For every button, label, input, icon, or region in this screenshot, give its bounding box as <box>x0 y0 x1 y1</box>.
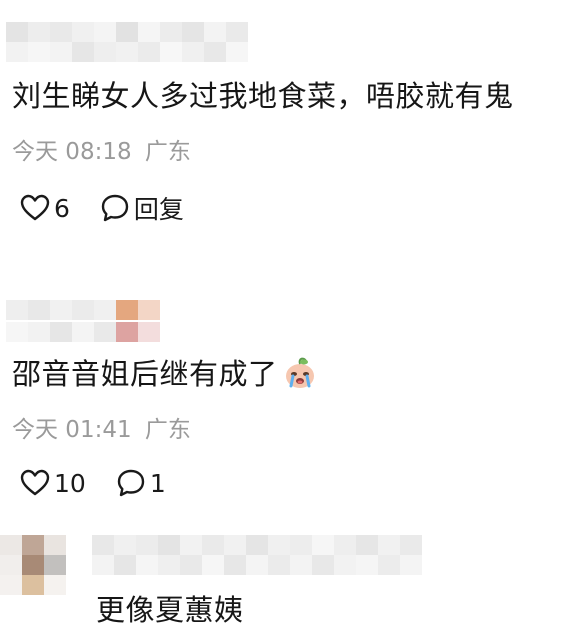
like-count: 10 <box>54 468 86 498</box>
comment-location: 广东 <box>144 139 191 165</box>
reply-count: 1 <box>149 468 166 498</box>
username-blurred[interactable] <box>92 535 422 575</box>
comment-location: 广东 <box>144 417 191 443</box>
reply-label: 回复 <box>133 195 184 224</box>
reply-button[interactable]: 1 <box>116 468 166 498</box>
avatar-blurred[interactable] <box>0 535 66 595</box>
speech-bubble-outline-icon <box>116 468 146 498</box>
comment-actions: 10 1 <box>20 468 166 498</box>
username-blurred[interactable] <box>6 300 160 344</box>
crying-face-emoji <box>282 354 318 398</box>
comment-time: 今天 01:41 <box>12 417 132 443</box>
comment-3: 更像夏蕙姨 <box>0 530 574 638</box>
comment-1: 刘生睇女人多过我地食菜，唔胶就有鬼 今天 08:18 广东 6 回复 <box>0 0 574 250</box>
heart-outline-icon <box>20 469 50 497</box>
comment-text: 邵音音姐后继有成了 <box>12 354 318 398</box>
reply-button[interactable]: 回复 <box>100 190 184 226</box>
comment-2: 邵音音姐后继有成了 今天 01:41 广东 10 1 <box>0 290 574 520</box>
like-button[interactable]: 6 <box>20 194 70 223</box>
comment-time: 今天 08:18 <box>12 139 132 165</box>
comment-text-body: 邵音音姐后继有成了 <box>12 357 278 391</box>
like-count: 6 <box>54 193 70 223</box>
comment-text: 更像夏蕙姨 <box>96 593 244 627</box>
speech-bubble-outline-icon <box>100 193 130 223</box>
comment-actions: 6 回复 <box>20 190 184 226</box>
comment-meta: 今天 01:41 广东 <box>12 416 191 444</box>
username-blurred[interactable] <box>6 22 248 62</box>
comment-text: 刘生睇女人多过我地食菜，唔胶就有鬼 <box>12 79 514 113</box>
comment-meta: 今天 08:18 广东 <box>12 138 191 166</box>
heart-outline-icon <box>20 194 50 222</box>
like-button[interactable]: 10 <box>20 469 86 498</box>
